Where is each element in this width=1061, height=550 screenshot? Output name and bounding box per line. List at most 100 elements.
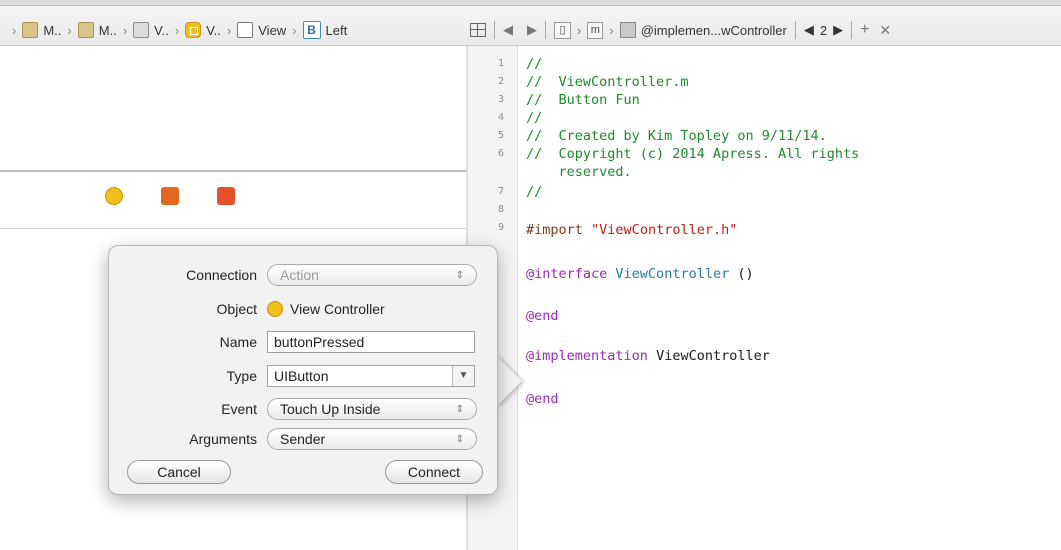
chevron-down-icon[interactable]: ▼ xyxy=(452,366,474,386)
code-line: // xyxy=(526,110,543,126)
code-line: @end xyxy=(526,308,559,324)
view-controller-icon xyxy=(267,301,283,317)
type-value: UIButton xyxy=(274,368,329,384)
type-combobox[interactable]: UIButton ▼ xyxy=(267,365,475,387)
divider xyxy=(545,21,546,39)
code-line: // Created by Kim Topley on 9/11/14. xyxy=(526,128,827,144)
name-field[interactable]: buttonPressed xyxy=(267,331,475,353)
chevron-right-icon: › xyxy=(577,22,582,38)
arguments-popup[interactable]: Sender ⇕ xyxy=(267,428,477,450)
import-path: "ViewController.h" xyxy=(591,222,738,238)
code-line: @interface ViewController () xyxy=(526,266,754,282)
event-row: Event Touch Up Inside ⇕ xyxy=(109,397,499,421)
jump-bar: › M.. › M.. › V.. › V.. › View › B Left xyxy=(0,0,1061,46)
related-items-button[interactable] xyxy=(470,23,486,37)
breadcrumb: › M.. › M.. › V.. › V.. › View › B Left xyxy=(6,18,347,42)
back-button[interactable]: ◀ xyxy=(503,22,513,38)
object-value-wrap: View Controller xyxy=(267,298,385,320)
code-line: // Button Fun xyxy=(526,92,640,108)
breadcrumb-item[interactable]: › V.. xyxy=(117,22,169,38)
code-line: reserved. xyxy=(526,164,632,180)
folder-crumb[interactable]: ▯ xyxy=(554,21,571,39)
symbol-crumb[interactable]: @implemen...wController xyxy=(619,22,787,38)
symbol-label: @implemen...wController xyxy=(640,22,787,38)
event-label: Event xyxy=(221,401,257,417)
storyboard-icon xyxy=(133,22,150,38)
interface-name: ViewController xyxy=(615,266,730,282)
line-number: 1 xyxy=(497,58,504,69)
event-popup[interactable]: Touch Up Inside ⇕ xyxy=(267,398,477,420)
line-number: 5 xyxy=(497,130,504,141)
breadcrumb-label: M.. xyxy=(43,22,62,38)
code-line: #import "ViewController.h" xyxy=(526,222,737,238)
connection-value: Action xyxy=(280,267,319,283)
grid-icon xyxy=(470,23,486,37)
breadcrumb-item[interactable]: › M.. xyxy=(6,22,61,38)
file-crumb[interactable]: m xyxy=(587,21,604,39)
chevron-right-icon: › xyxy=(174,22,180,38)
divider xyxy=(851,21,853,39)
updown-arrows-icon: ⇕ xyxy=(455,433,464,445)
breadcrumb-label: M.. xyxy=(98,22,117,38)
chevron-right-icon: › xyxy=(226,22,232,38)
updown-arrows-icon: ⇕ xyxy=(455,403,464,415)
code-line: // xyxy=(526,56,543,72)
add-editor-button[interactable]: + xyxy=(860,21,869,39)
chevron-right-icon: › xyxy=(122,22,128,38)
line-number: 8 xyxy=(497,204,504,215)
cancel-button[interactable]: Cancel xyxy=(127,460,231,484)
scene-divider xyxy=(0,228,466,229)
updown-arrows-icon: ⇕ xyxy=(455,269,464,281)
counterpart-next-button[interactable]: ▶ xyxy=(833,22,843,38)
chevron-right-icon: › xyxy=(609,22,614,38)
class-icon xyxy=(619,22,636,38)
name-label: Name xyxy=(219,334,257,350)
arguments-label: Arguments xyxy=(189,431,257,447)
arguments-row: Arguments Sender ⇕ xyxy=(109,427,499,451)
breadcrumb-item[interactable]: › B Left xyxy=(286,21,347,39)
connection-popover: Connection Action ⇕ Object View Controll… xyxy=(108,245,498,495)
file-icon xyxy=(22,22,39,38)
editor-jump-bar: ◀ ▶ ▯ › m › @implemen...wController ◀ 2 … xyxy=(470,18,891,42)
breadcrumb-label: V.. xyxy=(154,22,169,38)
type-row: Type UIButton ▼ xyxy=(109,364,499,388)
view-controller-icon[interactable] xyxy=(105,187,123,205)
divider xyxy=(794,21,796,39)
connection-popup[interactable]: Action ⇕ xyxy=(267,264,477,286)
line-number: 9 xyxy=(497,222,504,233)
connect-button[interactable]: Connect xyxy=(385,460,483,484)
line-number: 2 xyxy=(497,76,504,87)
chevron-right-icon: › xyxy=(292,22,297,38)
code-line: // ViewController.m xyxy=(526,74,689,90)
code-editor[interactable]: 1 2 3 4 5 6 7 8 9 // // ViewController.m… xyxy=(468,46,1061,550)
object-row: Object View Controller xyxy=(109,297,499,321)
file-icon xyxy=(77,22,94,38)
m-file-icon: m xyxy=(587,21,604,39)
code-line: // Copyright (c) 2014 Apress. All rights xyxy=(526,146,860,162)
exit-icon[interactable] xyxy=(217,187,235,205)
first-responder-icon[interactable] xyxy=(161,187,179,205)
counterpart-count: 2 xyxy=(819,22,828,38)
breadcrumb-item[interactable]: › V.. xyxy=(169,22,221,38)
arguments-value: Sender xyxy=(280,431,326,447)
breadcrumb-label: Left xyxy=(325,22,348,38)
counterpart-prev-button[interactable]: ◀ xyxy=(804,22,814,38)
popover-arrow xyxy=(496,355,522,407)
divider xyxy=(494,21,495,39)
object-value: View Controller xyxy=(290,301,385,317)
interface-keyword: @interface xyxy=(526,266,608,282)
breadcrumb-item[interactable]: › View xyxy=(221,22,286,38)
line-number: 7 xyxy=(497,186,504,197)
view-icon xyxy=(237,22,254,38)
event-value: Touch Up Inside xyxy=(280,401,381,417)
code-line: @implementation ViewController xyxy=(526,348,770,364)
forward-button[interactable]: ▶ xyxy=(527,22,537,38)
breadcrumb-item[interactable]: › M.. xyxy=(61,22,117,38)
folder-icon: ▯ xyxy=(554,21,571,39)
breadcrumb-label: V.. xyxy=(206,22,221,38)
close-editor-button[interactable]: ✕ xyxy=(879,22,891,39)
button-icon: B xyxy=(302,21,321,39)
object-label: Object xyxy=(216,301,257,317)
line-number: 6 xyxy=(497,148,504,159)
type-label: Type xyxy=(226,368,257,384)
